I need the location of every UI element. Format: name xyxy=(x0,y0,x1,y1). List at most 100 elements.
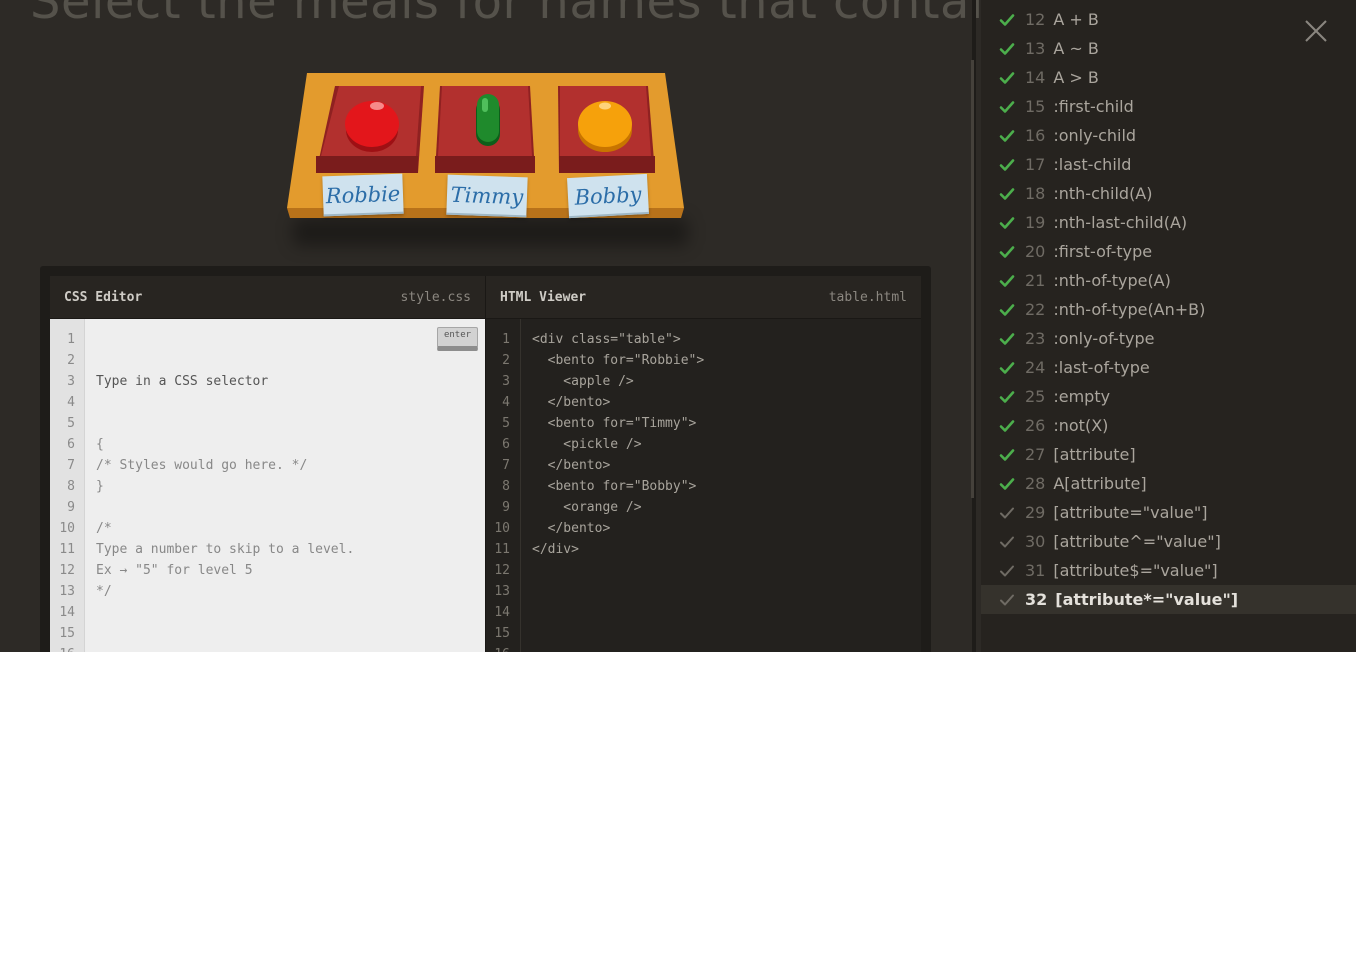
html-code-line: <bento for="Robbie"> xyxy=(532,353,705,368)
level-item-13[interactable]: 13 A ~ B xyxy=(981,34,1356,63)
html-code-line: </bento> xyxy=(532,521,611,536)
level-number: 25 xyxy=(1025,387,1046,406)
level-item-20[interactable]: 20:first-of-type xyxy=(981,237,1356,266)
html-line-number: 4 xyxy=(502,395,510,410)
scrollbar-thumb[interactable] xyxy=(971,60,974,498)
css-line-number: 3 xyxy=(67,374,75,389)
level-item-17[interactable]: 17:last-child xyxy=(981,150,1356,179)
level-number: 28 xyxy=(1025,474,1046,493)
level-number: 29 xyxy=(1025,503,1046,522)
html-line-number: 16 xyxy=(486,644,510,652)
level-item-21[interactable]: 21:nth-of-type(A) xyxy=(981,266,1356,295)
orange-icon xyxy=(578,101,632,152)
level-item-27[interactable]: 27 [attribute] xyxy=(981,440,1356,469)
level-item-26[interactable]: 26:not(X) xyxy=(981,411,1356,440)
html-viewer-title: HTML Viewer xyxy=(500,289,587,305)
level-item-32[interactable]: 32 [attribute*="value"] xyxy=(981,585,1356,614)
level-item-18[interactable]: 18:nth-child(A) xyxy=(981,179,1356,208)
html-code-lines: <div class="table"> <bento for="Robbie">… xyxy=(532,329,704,560)
checkmark-icon xyxy=(999,70,1015,86)
bento-table: Robbie Timmy Bobby xyxy=(283,68,693,248)
css-line-number: 15 xyxy=(59,626,75,641)
level-item-24[interactable]: 24:last-of-type xyxy=(981,353,1356,382)
css-line-number: 14 xyxy=(59,605,75,620)
level-name: [attribute^="value"] xyxy=(1053,532,1221,551)
close-icon[interactable] xyxy=(1304,19,1328,43)
level-item-31[interactable]: 31 [attribute$="value"] xyxy=(981,556,1356,585)
level-item-29[interactable]: 29 [attribute="value"] xyxy=(981,498,1356,527)
checkmark-icon xyxy=(999,186,1015,202)
css-selector-input[interactable]: Type in a CSS selector xyxy=(96,371,354,392)
html-line-number: 1 xyxy=(502,332,510,347)
level-number: 24 xyxy=(1025,358,1046,377)
css-editor-header: CSS Editor style.css xyxy=(50,276,485,319)
apple-icon xyxy=(345,101,399,152)
level-item-19[interactable]: 19:nth-last-child(A) xyxy=(981,208,1356,237)
checkmark-icon xyxy=(999,389,1015,405)
css-line-number: 7 xyxy=(67,458,75,473)
html-code-line: <apple /> xyxy=(532,374,634,389)
checkmark-icon xyxy=(999,244,1015,260)
css-code-line: Type a number to skip to a level. xyxy=(96,542,355,557)
level-item-15[interactable]: 15:first-child xyxy=(981,92,1356,121)
name-tag-timmy: Timmy xyxy=(446,174,528,218)
level-name: :empty xyxy=(1053,387,1111,406)
level-item-25[interactable]: 25 :empty xyxy=(981,382,1356,411)
checkmark-icon xyxy=(999,128,1015,144)
css-line-number: 9 xyxy=(67,500,75,515)
checkmark-icon xyxy=(999,476,1015,492)
level-name: [attribute="value"] xyxy=(1053,503,1208,522)
html-line-number: 9 xyxy=(502,500,510,515)
html-viewer-body: 12345678910111213141516 <div class="tabl… xyxy=(485,319,921,652)
level-item-30[interactable]: 30 [attribute^="value"] xyxy=(981,527,1356,556)
level-name: :only-of-type xyxy=(1053,329,1155,348)
html-code-line: <pickle /> xyxy=(532,437,642,452)
level-item-23[interactable]: 23 :only-of-type xyxy=(981,324,1356,353)
level-number: 14 xyxy=(1025,68,1046,87)
level-item-22[interactable]: 22:nth-of-type(An+B) xyxy=(981,295,1356,324)
css-code: Type in a CSS selector {/* Styles would … xyxy=(96,329,354,644)
css-editor-pane: CSS Editor style.css 1 2 3 4 5 6 7 8 9 10 11 12 13 14… xyxy=(50,276,485,652)
html-viewer-header: HTML Viewer table.html xyxy=(485,276,921,319)
checkmark-icon xyxy=(999,273,1015,289)
css-code-line: { xyxy=(96,437,104,452)
html-line-number: 10 xyxy=(494,521,510,536)
html-line-number: 13 xyxy=(494,584,510,599)
level-name: A ~ B xyxy=(1053,39,1099,58)
level-name: :last-child xyxy=(1053,155,1132,174)
level-item-16[interactable]: 16:only-child xyxy=(981,121,1356,150)
css-line-numbers: 12345678910111213141516 xyxy=(50,319,85,652)
level-name: A > B xyxy=(1053,68,1099,87)
checkmark-icon xyxy=(999,41,1015,57)
html-line-number: 12 xyxy=(494,563,510,578)
checkmark-icon xyxy=(999,157,1015,173)
css-line-number: 6 xyxy=(67,437,75,452)
html-line-number: 2 xyxy=(502,353,510,368)
css-code-line: /* xyxy=(96,521,112,536)
level-name: A[attribute] xyxy=(1053,474,1147,493)
app-viewport: Select the meals for names that contain … xyxy=(0,0,1356,652)
level-number: 30 xyxy=(1025,532,1046,551)
html-line-number: 3 xyxy=(502,374,510,389)
css-editor-body[interactable]: 12345678910111213141516 Type in a CSS se… xyxy=(50,319,485,652)
level-item-14[interactable]: 14 A > B xyxy=(981,63,1356,92)
checkmark-icon xyxy=(999,302,1015,318)
level-number: 20 xyxy=(1025,242,1046,261)
css-code-line: Ex → "5" for level 5 xyxy=(96,563,253,578)
enter-button[interactable]: enter xyxy=(437,327,478,351)
level-item-12[interactable]: 12 A + B xyxy=(981,5,1356,34)
level-name: :nth-of-type(An+B) xyxy=(1053,300,1206,319)
html-line-number: 8 xyxy=(502,479,510,494)
css-editor-filename: style.css xyxy=(400,289,471,305)
checkmark-icon xyxy=(999,505,1015,521)
level-name: [attribute$="value"] xyxy=(1053,561,1218,580)
html-code-line: </div> xyxy=(532,542,579,557)
checkmark-icon xyxy=(999,563,1015,579)
level-number: 27 xyxy=(1025,445,1046,464)
level-item-28[interactable]: 28 A[attribute] xyxy=(981,469,1356,498)
level-name: :nth-of-type(A) xyxy=(1053,271,1171,290)
checkmark-icon xyxy=(999,215,1015,231)
level-number: 23 xyxy=(1025,329,1046,348)
html-line-number: 14 xyxy=(494,605,510,620)
level-number: 15 xyxy=(1025,97,1046,116)
